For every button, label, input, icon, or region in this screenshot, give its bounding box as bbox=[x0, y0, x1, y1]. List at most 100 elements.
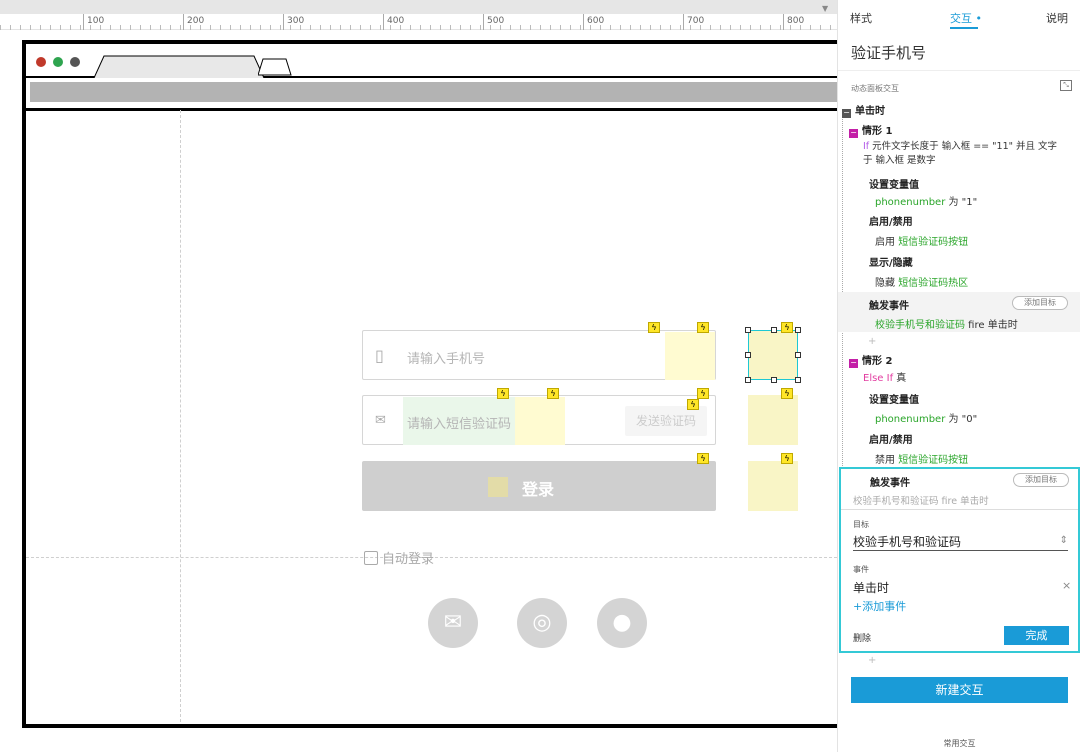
case-row[interactable]: − 情形 1 bbox=[849, 122, 892, 138]
condition-text: 于 输入框 是数字 bbox=[863, 155, 936, 166]
action-detail: 校验手机号和验证码 fire 单击时 bbox=[875, 316, 1018, 331]
phone-placeholder: 请输入手机号 bbox=[407, 352, 486, 367]
event-value: 单击时 bbox=[853, 581, 890, 595]
ruler-tick bbox=[383, 14, 384, 30]
action-target: 校验手机号和验证码 bbox=[875, 320, 965, 331]
collapse-all-icon[interactable]: ⤡ bbox=[1060, 80, 1072, 91]
target-value: 校验手机号和验证码 bbox=[853, 535, 962, 549]
delete-button[interactable]: 删除 bbox=[853, 631, 871, 644]
new-tab-shape bbox=[258, 58, 292, 76]
resize-handle[interactable] bbox=[795, 377, 801, 383]
section-label: 动态面板交互 bbox=[851, 84, 899, 93]
ruler-tick bbox=[183, 14, 184, 30]
ruler-mark: 300 bbox=[287, 16, 305, 26]
address-bar bbox=[30, 82, 837, 102]
done-button[interactable]: 完成 bbox=[1004, 626, 1069, 645]
lightning-icon: ϟ bbox=[687, 399, 699, 410]
browser-tab-shape bbox=[94, 55, 264, 78]
resize-handle[interactable] bbox=[771, 327, 777, 333]
lightning-icon: ϟ bbox=[697, 388, 709, 399]
collapse-icon[interactable]: − bbox=[849, 129, 858, 138]
action-detail: phonenumber 为 "1" bbox=[875, 193, 977, 208]
resize-handle[interactable] bbox=[745, 352, 751, 358]
ruler-top-strip bbox=[0, 0, 837, 14]
resize-handle[interactable] bbox=[795, 352, 801, 358]
action-detail-text: 禁用 bbox=[875, 455, 899, 466]
add-action-icon[interactable]: + bbox=[868, 336, 876, 347]
tree-guide bbox=[842, 116, 843, 466]
new-interaction-button[interactable]: 新建交互 bbox=[851, 677, 1068, 703]
qq-icon[interactable]: ● bbox=[597, 598, 647, 648]
panel-divider bbox=[838, 70, 1080, 71]
add-action-icon[interactable]: + bbox=[868, 655, 876, 666]
action-editor[interactable]: 触发事件 添加目标 校验手机号和验证码 fire 单击时 目标 校验手机号和验证… bbox=[839, 467, 1080, 653]
case-row[interactable]: − 情形 2 bbox=[849, 352, 892, 368]
action-title: 启用/禁用 bbox=[869, 217, 913, 228]
event-row[interactable]: − 单击时 bbox=[842, 102, 885, 118]
case-name: 情形 2 bbox=[862, 356, 893, 367]
tab-interaction-label: 交互 bbox=[950, 12, 972, 25]
ruler-mark: 700 bbox=[687, 16, 705, 26]
ruler-tick bbox=[83, 14, 84, 30]
event-label: 事件 bbox=[853, 565, 869, 574]
add-target-button[interactable]: 添加目标 bbox=[1012, 296, 1068, 310]
collapse-icon[interactable]: − bbox=[849, 359, 858, 368]
resize-handle[interactable] bbox=[771, 377, 777, 383]
common-interactions-label: 常用交互 bbox=[943, 739, 976, 748]
design-canvas[interactable]: 100 200 300 400 500 600 700 800 ▼ ▯ 请输入手… bbox=[0, 0, 837, 752]
target-label: 目标 bbox=[853, 520, 869, 529]
horizontal-ruler: 100 200 300 400 500 600 700 800 ▼ bbox=[0, 0, 837, 30]
action-detail-text: 隐藏 bbox=[875, 278, 899, 289]
tab-interaction[interactable]: 交互 • bbox=[950, 10, 982, 29]
resize-handle[interactable] bbox=[795, 327, 801, 333]
login-label: 登录 bbox=[522, 480, 555, 499]
login-button[interactable]: 登录 bbox=[362, 461, 716, 511]
send-code-button[interactable]: 发送验证码 bbox=[625, 406, 707, 436]
phone-input[interactable]: ▯ 请输入手机号 bbox=[362, 330, 716, 380]
action-detail: 隐藏 短信验证码热区 bbox=[875, 274, 968, 289]
ruler-scale bbox=[0, 14, 837, 30]
resize-handle[interactable] bbox=[745, 377, 751, 383]
ruler-mark: 800 bbox=[787, 16, 805, 26]
maximize-dot-icon bbox=[53, 57, 63, 67]
target-select[interactable]: 校验手机号和验证码 ⇕ bbox=[853, 533, 1068, 551]
sms-code-placeholder: 请输入短信验证码 bbox=[407, 417, 512, 432]
vertical-guide bbox=[180, 110, 181, 722]
remove-event-icon[interactable]: × bbox=[1062, 579, 1071, 592]
lightning-icon: ϟ bbox=[697, 453, 709, 464]
wechat-icon[interactable]: ✉ bbox=[428, 598, 478, 648]
weibo-icon[interactable]: ◎ bbox=[517, 598, 567, 648]
ruler-mark: 500 bbox=[487, 16, 505, 26]
lightning-icon: ϟ bbox=[781, 322, 793, 333]
inspector-panel: 样式 交互 • 说明 验证手机号 动态面板交互 ⤡ − 单击时 − 情形 1 If … bbox=[837, 0, 1080, 752]
resize-handle[interactable] bbox=[745, 327, 751, 333]
action-detail-text: 为 "1" bbox=[945, 197, 978, 208]
login-marker bbox=[488, 477, 508, 497]
collapse-icon[interactable]: − bbox=[842, 109, 851, 118]
hotspot[interactable] bbox=[748, 461, 798, 511]
add-event-link[interactable]: +添加事件 bbox=[853, 598, 906, 614]
checkbox-icon bbox=[364, 551, 378, 565]
lightning-icon: ϟ bbox=[648, 322, 660, 333]
ruler-dropdown-icon[interactable]: ▼ bbox=[822, 4, 828, 13]
browser-header bbox=[26, 44, 837, 78]
lightning-icon: ϟ bbox=[497, 388, 509, 399]
browser-body-divider bbox=[26, 108, 837, 111]
auto-login-checkbox[interactable]: 自动登录 bbox=[364, 548, 434, 567]
sms-code-input[interactable]: ✉ 请输入短信验证码 发送验证码 bbox=[362, 395, 716, 445]
add-target-button[interactable]: 添加目标 bbox=[1013, 473, 1069, 487]
action-title: 启用/禁用 bbox=[869, 435, 913, 446]
hotspot[interactable] bbox=[748, 395, 798, 445]
selected-hotspot[interactable] bbox=[748, 330, 798, 380]
case-condition: If 元件文字长度于 输入框 == "11" 并且 文字 bbox=[863, 138, 1057, 152]
action-target: 短信验证码按钮 bbox=[898, 237, 969, 248]
ruler-tick bbox=[683, 14, 684, 30]
mobile-phone-icon: ▯ bbox=[375, 346, 384, 365]
ruler-tick bbox=[783, 14, 784, 30]
action-title: 触发事件 bbox=[869, 301, 909, 312]
tab-style[interactable]: 样式 bbox=[850, 10, 872, 26]
editor-divider bbox=[841, 509, 1078, 510]
select-arrows-icon: ⇕ bbox=[1059, 535, 1068, 546]
close-dot-icon bbox=[36, 57, 46, 67]
tab-notes[interactable]: 说明 bbox=[1046, 10, 1068, 26]
